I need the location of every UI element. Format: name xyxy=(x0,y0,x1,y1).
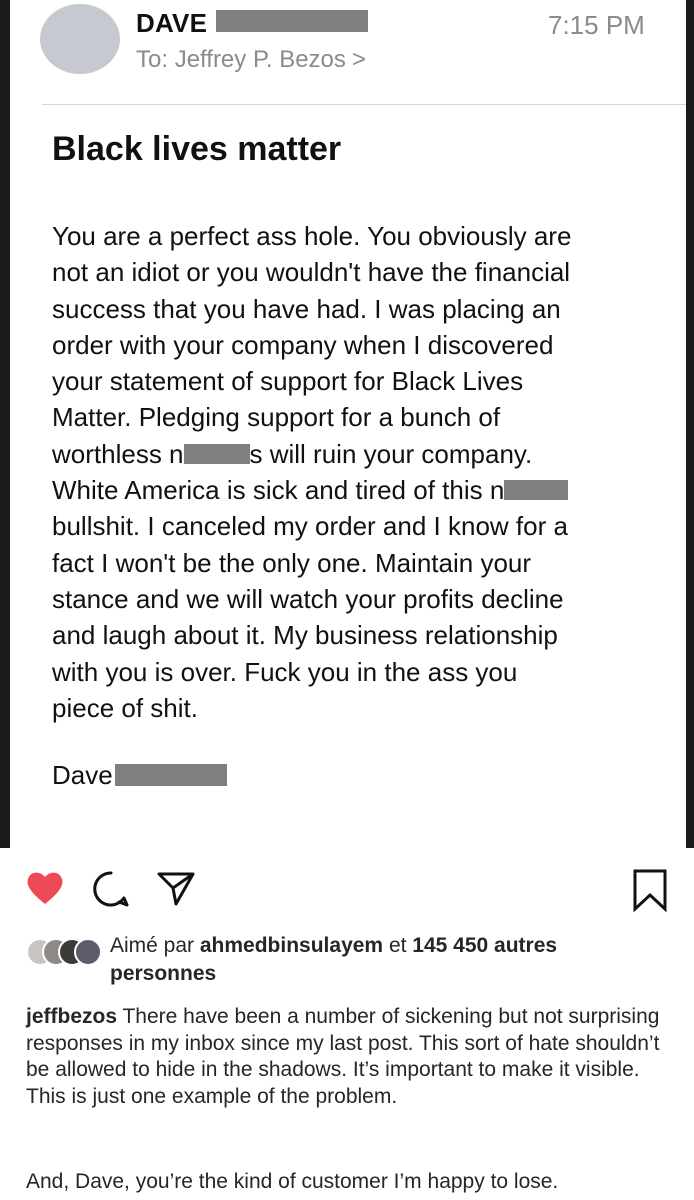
body-line: and laugh about it. My business relation… xyxy=(52,620,558,651)
liker-avatars[interactable] xyxy=(26,938,102,966)
caption-username[interactable]: jeffbezos xyxy=(26,1005,117,1028)
body-line: stance and we will watch your profits de… xyxy=(52,583,564,614)
likes-count[interactable]: 145 450 autres xyxy=(412,934,557,957)
email-time: 7:15 PM xyxy=(548,10,645,40)
screen-bezel-right xyxy=(686,0,694,848)
body-line: You are a perfect ass hole. You obviousl… xyxy=(52,221,572,251)
redaction-box xyxy=(504,480,569,501)
body-fragment: worthless n xyxy=(52,438,184,469)
liked-by-username[interactable]: ahmedbinsulayem xyxy=(200,934,383,957)
sender-avatar xyxy=(40,4,120,74)
recipient-line[interactable]: To: Jeffrey P. Bezos > xyxy=(136,46,366,74)
redaction-box-signature xyxy=(114,764,227,786)
body-line: bullshit. I canceled my order and I know… xyxy=(52,511,568,542)
body-fragment: White America is sick and tired of this … xyxy=(52,475,505,506)
body-line: White America is sick and tired of this … xyxy=(52,472,672,508)
body-line: worthless n s will ruin your company. xyxy=(52,436,672,472)
body-line: Matter. Pledging support for a bunch of xyxy=(52,402,501,433)
bookmark-icon[interactable] xyxy=(632,868,668,913)
screen-bezel-left xyxy=(0,0,10,848)
likes-mid: et xyxy=(383,934,413,957)
redaction-box xyxy=(183,443,250,464)
signature-name: Dave xyxy=(52,760,113,790)
body-fragment: s will ruin your company. xyxy=(249,438,533,469)
share-icon[interactable] xyxy=(156,870,196,908)
body-line: not an idiot or you wouldn't have the fi… xyxy=(52,257,571,288)
likes-prefix: Aimé par xyxy=(110,934,200,957)
body-line: fact I won't be the only one. Maintain y… xyxy=(52,547,532,578)
email-subject: Black lives matter xyxy=(52,130,342,168)
to-label: To: xyxy=(136,46,169,73)
body-line: piece of shit. xyxy=(52,692,198,723)
body-line: with you is over. Fuck you in the ass yo… xyxy=(52,656,518,687)
likes-text[interactable]: Aimé par ahmedbinsulayem et 145 450 autr… xyxy=(110,932,670,988)
caption-closing-line: And, Dave, you’re the kind of customer I… xyxy=(26,1170,559,1193)
caption-text: There have been a number of sickening bu… xyxy=(26,1005,660,1108)
recipient-name[interactable]: Jeffrey P. Bezos xyxy=(175,46,346,73)
header-divider xyxy=(42,104,686,105)
comment-icon[interactable] xyxy=(92,870,130,908)
redaction-box-sender-surname xyxy=(216,10,368,32)
email-body: You are a perfect ass hole. You obviousl… xyxy=(52,218,672,726)
chevron-right-icon[interactable]: > xyxy=(352,46,366,73)
likes-suffix[interactable]: personnes xyxy=(110,962,216,985)
heart-icon[interactable] xyxy=(26,870,64,906)
email-signature: Dave xyxy=(52,760,227,791)
post-caption: jeffbezos There have been a number of si… xyxy=(26,1004,672,1110)
liker-avatar xyxy=(74,938,102,966)
body-line: your statement of support for Black Live… xyxy=(52,366,524,397)
body-line: order with your company when I discovere… xyxy=(52,329,554,360)
sender-name[interactable]: DAVE xyxy=(136,8,207,39)
body-line: success that you have had. I was placing… xyxy=(52,293,561,324)
